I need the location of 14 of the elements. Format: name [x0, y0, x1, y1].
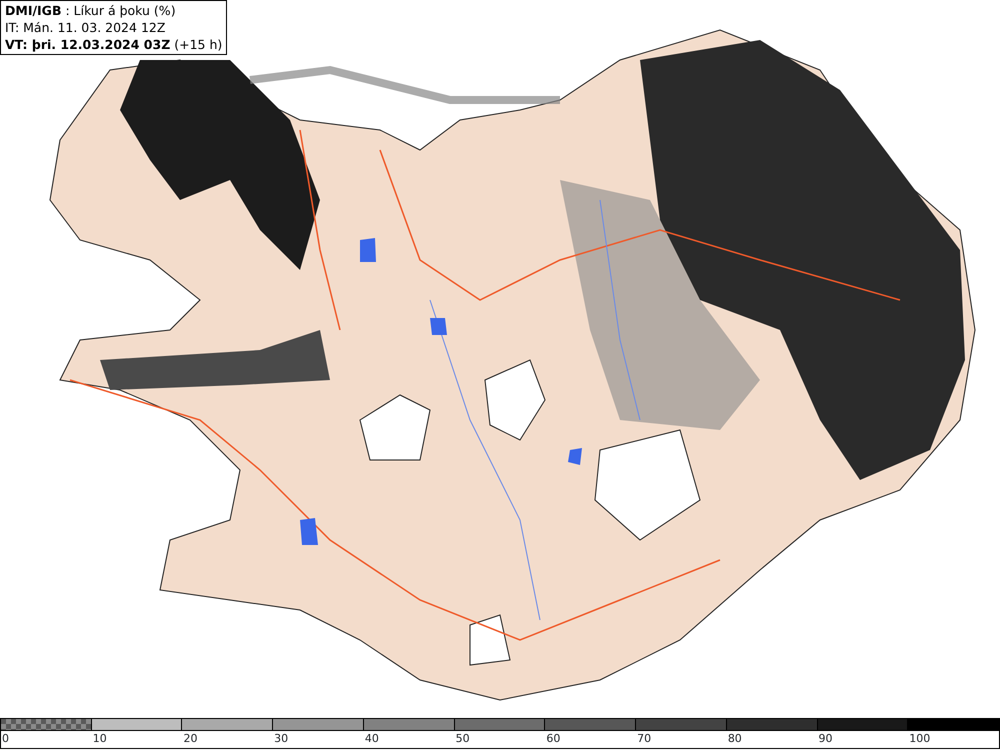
legend-label: 30 — [273, 732, 288, 745]
legend-label: 20 — [182, 732, 198, 745]
legend-label: 50 — [454, 732, 470, 745]
legend-label: 70 — [636, 732, 652, 745]
legend-label: 10 — [92, 732, 107, 745]
map-title: DMI/IGB : Líkur á þoku (%) — [5, 2, 177, 19]
legend-label: 60 — [545, 732, 560, 745]
legend-label: 40 — [364, 732, 379, 745]
legend-label: 80 — [726, 732, 742, 745]
issue-time: IT: Mán. 11. 03. 2024 12Z — [5, 19, 166, 36]
legend-label: 90 — [818, 732, 833, 745]
legend-label: 0 — [1, 732, 9, 745]
valid-time: VT: þri. 12.03.2024 03Z (+15 h) — [5, 36, 222, 53]
legend-label: 100 — [908, 732, 930, 745]
